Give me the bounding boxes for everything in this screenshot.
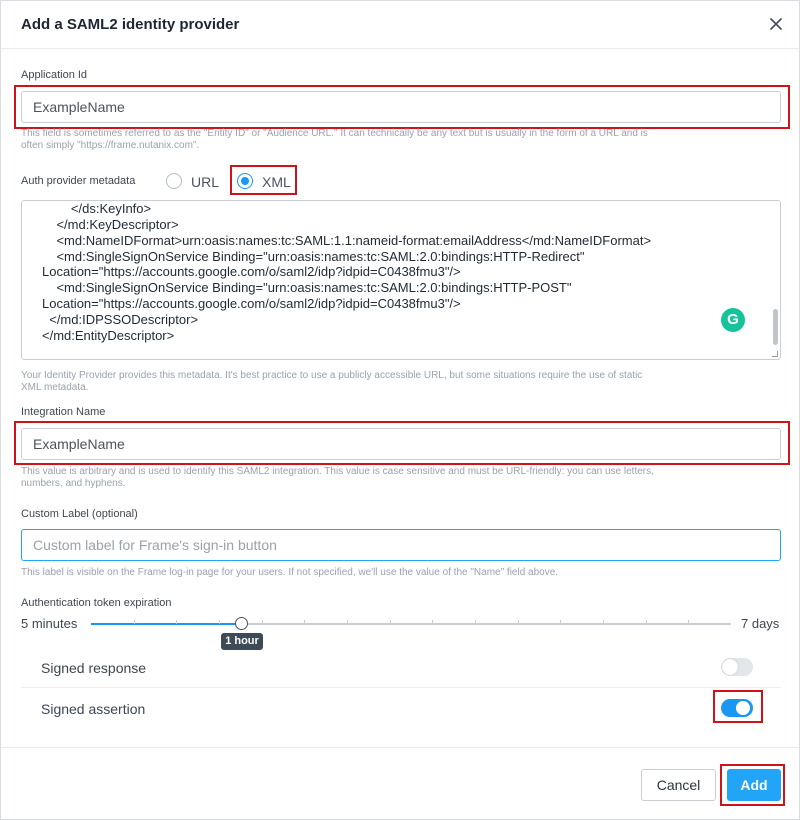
- token-expiration-slider[interactable]: [91, 620, 731, 625]
- saml2-dialog: Add a SAML2 identity provider Applicatio…: [0, 0, 800, 820]
- xml-line: Location="https://accounts.google.com/o/…: [42, 296, 461, 311]
- auth-metadata-help-line1: Your Identity Provider provides this met…: [21, 370, 643, 381]
- custom-label-label: Custom Label (optional): [21, 508, 138, 520]
- footer-divider: [1, 747, 799, 748]
- url-radio[interactable]: [166, 173, 182, 189]
- add-button[interactable]: Add: [727, 769, 781, 801]
- slider-tick: [432, 620, 433, 624]
- xml-line: <md:NameIDFormat>urn:oasis:names:tc:SAML…: [42, 233, 652, 248]
- custom-label-help: This label is visible on the Frame log-i…: [21, 567, 559, 578]
- slider-tick: [560, 620, 561, 624]
- xml-line: </md:IDPSSODescriptor>: [42, 312, 199, 327]
- integration-name-help-line2: numbers, and hyphens.: [21, 478, 126, 489]
- slider-min-label: 5 minutes: [21, 616, 78, 631]
- xml-line: <md:SingleSignOnService Binding="urn:oas…: [42, 280, 572, 295]
- textarea-scrollbar[interactable]: [773, 309, 778, 345]
- signed-assertion-label: Signed assertion: [41, 701, 146, 717]
- slider-tick: [304, 620, 305, 624]
- auth-metadata-help: Your Identity Provider provides this met…: [21, 370, 781, 394]
- url-radio-label[interactable]: URL: [191, 174, 219, 190]
- metadata-textarea[interactable]: </ds:KeyInfo> </md:KeyDescriptor> <md:Na…: [21, 200, 781, 360]
- integration-name-label: Integration Name: [21, 406, 106, 418]
- application-id-help-line2: often simply "https://frame.nutanix.com"…: [21, 140, 200, 151]
- token-expiration-label: Authentication token expiration: [21, 597, 172, 609]
- slider-value-tooltip: 1 hour: [221, 633, 263, 650]
- xml-line: Location="https://accounts.google.com/o/…: [42, 264, 461, 279]
- signed-response-label: Signed response: [41, 660, 147, 676]
- dialog-header: Add a SAML2 identity provider: [1, 1, 799, 49]
- dialog-title: Add a SAML2 identity provider: [21, 16, 240, 33]
- xml-line: <md:SingleSignOnService Binding="urn:oas…: [42, 249, 585, 264]
- slider-tick: [646, 620, 647, 624]
- xml-line: </md:KeyDescriptor>: [42, 217, 179, 232]
- slider-tick: [603, 620, 604, 624]
- custom-label-input[interactable]: [21, 529, 781, 561]
- slider-tick: [219, 620, 220, 624]
- slider-tick: [475, 620, 476, 624]
- signed-response-toggle[interactable]: [721, 658, 753, 676]
- signed-assertion-toggle[interactable]: [721, 699, 753, 717]
- integration-name-help: This value is arbitrary and is used to i…: [21, 466, 781, 490]
- slider-tick: [347, 620, 348, 624]
- cancel-button[interactable]: Cancel: [641, 769, 716, 801]
- slider-tick: [134, 620, 135, 624]
- slider-tick: [262, 620, 263, 624]
- slider-tick: [390, 620, 391, 624]
- slider-thumb[interactable]: [235, 617, 248, 630]
- slider-tick: [518, 620, 519, 624]
- auth-metadata-label: Auth provider metadata: [21, 175, 136, 187]
- xml-line: </md:EntityDescriptor>: [42, 328, 175, 343]
- auth-metadata-help-line2: XML metadata.: [21, 382, 89, 393]
- toggle-divider: [21, 687, 781, 688]
- application-id-input[interactable]: [21, 91, 781, 123]
- integration-name-help-line1: This value is arbitrary and is used to i…: [21, 466, 654, 477]
- close-icon[interactable]: [765, 13, 787, 35]
- grammarly-icon[interactable]: G: [721, 308, 745, 332]
- application-id-help: This field is sometimes referred to as t…: [21, 128, 781, 152]
- xml-radio[interactable]: [237, 173, 253, 189]
- xml-radio-label[interactable]: XML: [262, 174, 291, 190]
- resize-handle-icon[interactable]: [772, 351, 778, 357]
- xml-line: </ds:KeyInfo>: [42, 201, 152, 216]
- slider-max-label: 7 days: [741, 616, 780, 631]
- application-id-label: Application Id: [21, 69, 88, 81]
- slider-tick: [688, 620, 689, 624]
- slider-tick: [176, 620, 177, 624]
- integration-name-input[interactable]: [21, 428, 781, 460]
- application-id-help-line1: This field is sometimes referred to as t…: [21, 128, 648, 139]
